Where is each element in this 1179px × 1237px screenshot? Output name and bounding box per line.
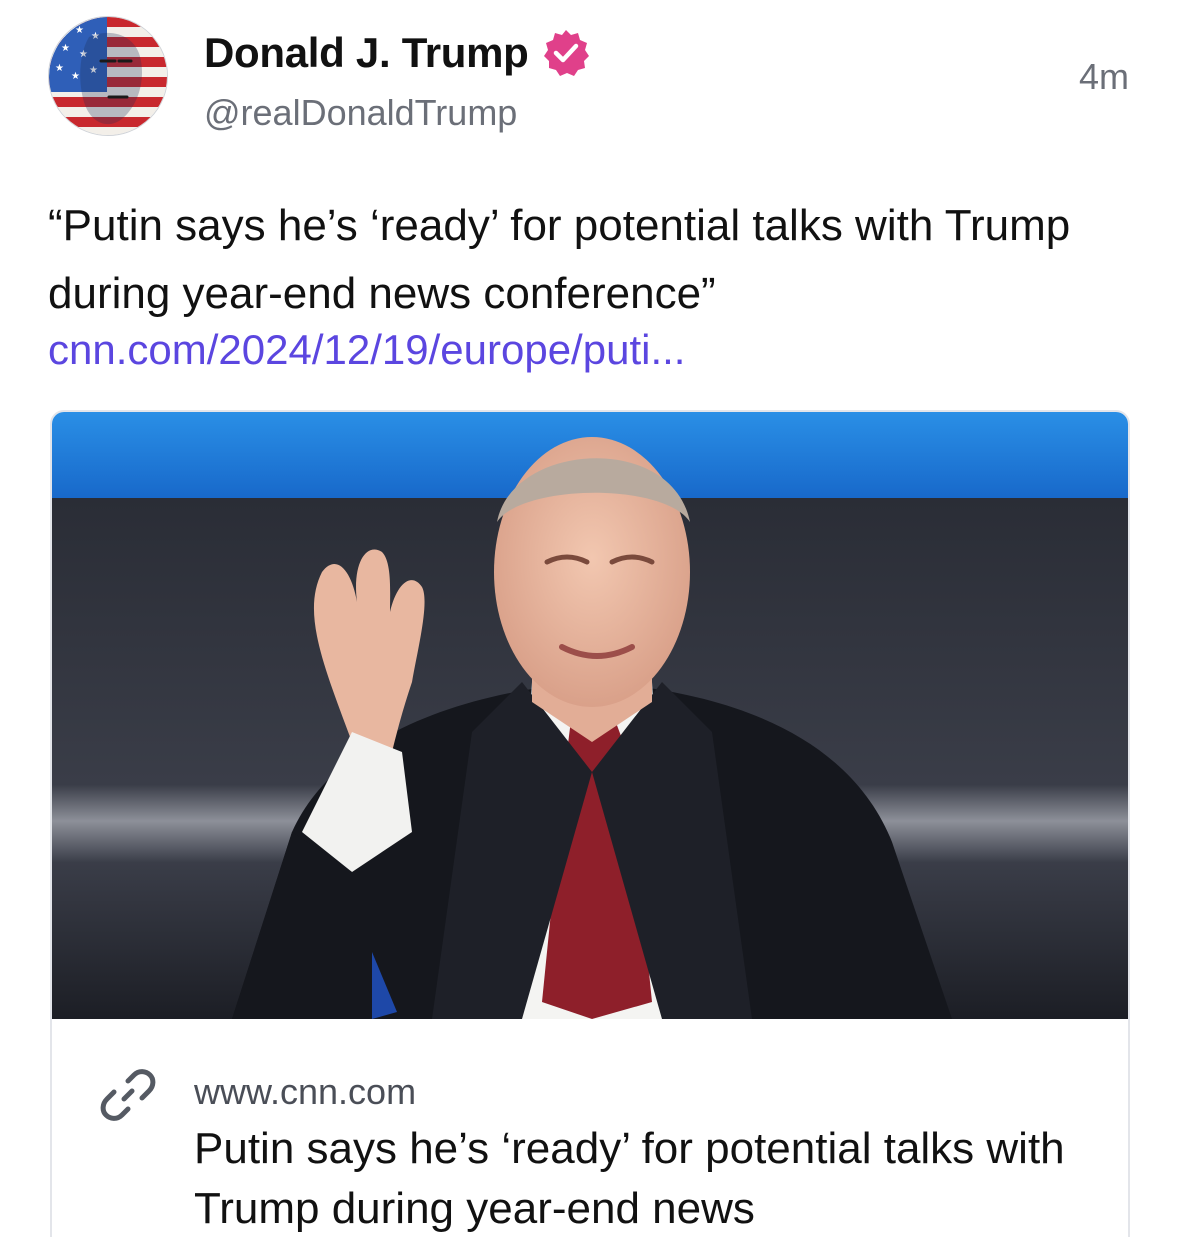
svg-text:★: ★ [57, 25, 66, 36]
post-timestamp[interactable]: 4m [1079, 56, 1129, 98]
flag-face-avatar-icon: ★ ★★ ★★ ★★★ [49, 17, 167, 135]
svg-text:★: ★ [75, 25, 84, 36]
card-title: Putin says he’s ‘ready’ for potential ta… [194, 1124, 1065, 1233]
author-name-row: Donald J. Trump [204, 28, 591, 78]
author-handle[interactable]: @realDonaldTrump [204, 92, 517, 134]
card-body[interactable]: www.cnn.com Putin says he’s ‘ready’ for … [52, 1019, 1128, 1237]
post-text: “Putin says he’s ‘ready’ for potential t… [48, 201, 1071, 318]
link-preview-card[interactable]: www.cnn.com Putin says he’s ‘ready’ for … [50, 410, 1130, 1237]
author-display-name[interactable]: Donald J. Trump [204, 29, 529, 77]
svg-text:★: ★ [55, 63, 64, 74]
avatar[interactable]: ★ ★ ★ ★ ★ ★ ★ ★ [48, 16, 168, 136]
svg-text:★: ★ [61, 43, 70, 54]
link-icon [100, 1069, 156, 1121]
card-domain: www.cnn.com [194, 1071, 417, 1112]
card-image[interactable] [52, 412, 1128, 1019]
svg-text:★: ★ [71, 71, 80, 82]
verified-badge-icon [543, 30, 589, 76]
post-link[interactable]: cnn.com/2024/12/19/europe/puti... [48, 326, 685, 374]
post: ★ ★ ★ ★ ★ ★ ★ ★ Donald J. Trump @realDonaldTr… [0, 0, 1179, 1237]
